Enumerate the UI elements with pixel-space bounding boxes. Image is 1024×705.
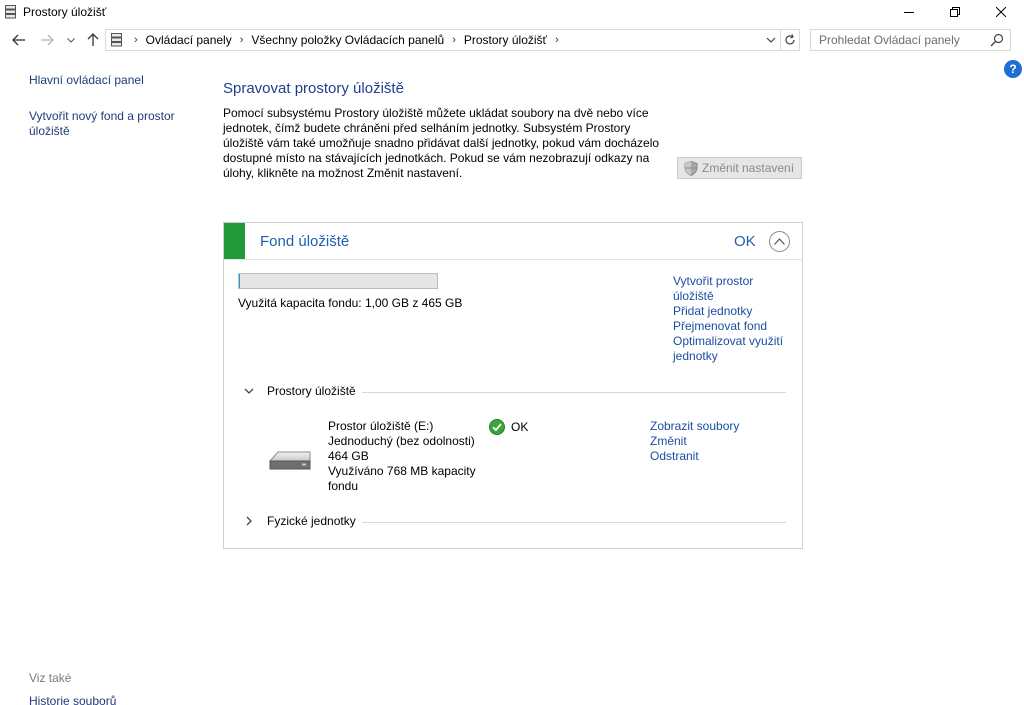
- page-description: Pomocí subsystému Prostory úložiště může…: [223, 106, 660, 180]
- breadcrumb-item[interactable]: Ovládací panely: [146, 33, 232, 47]
- section-label: Fyzické jednotky: [267, 514, 356, 528]
- optimize-drive-usage-link[interactable]: Optimalizovat využití jednotky: [673, 334, 793, 364]
- chevron-right-icon: ›: [134, 34, 138, 46]
- up-arrow-icon: [87, 33, 99, 46]
- pool-status-bar: [224, 223, 245, 259]
- refresh-icon: [785, 34, 795, 45]
- pool-title: Fond úložiště: [260, 233, 350, 250]
- section-divider: [362, 522, 786, 523]
- chevron-down-icon: [67, 37, 75, 43]
- address-bar[interactable]: › Ovládací panely › Všechny položky Ovlá…: [105, 29, 781, 51]
- physical-drives-section-header[interactable]: Fyzické jednotky: [244, 514, 786, 530]
- panel-divider: [224, 259, 802, 260]
- section-label: Prostory úložiště: [267, 384, 356, 398]
- window-title: Prostory úložišť: [23, 5, 107, 19]
- space-usage: Využíváno 768 MB kapacity fondu: [328, 464, 476, 493]
- chevron-down-icon: [244, 388, 254, 394]
- add-drives-link[interactable]: Přidat jednotky: [673, 304, 793, 319]
- storage-space-details: Prostor úložiště (E:) Jednoduchý (bez od…: [328, 419, 488, 494]
- section-divider: [362, 392, 786, 393]
- space-name: Prostor úložiště (E:): [328, 419, 434, 433]
- space-size: 464 GB: [328, 449, 369, 463]
- pool-actions: Vytvořit prostor úložiště Přidat jednotk…: [673, 274, 793, 364]
- title-bar: Prostory úložišť: [0, 0, 1024, 24]
- delete-space-link[interactable]: Odstranit: [650, 449, 739, 464]
- chevron-right-icon[interactable]: ›: [452, 34, 456, 46]
- help-icon[interactable]: ?: [1004, 60, 1022, 78]
- hard-drive-icon: [268, 451, 311, 470]
- storage-spaces-icon: [111, 33, 122, 47]
- pool-capacity-label: Využitá kapacita fondu: 1,00 GB z 465 GB: [238, 296, 463, 310]
- space-status-label: OK: [511, 420, 529, 434]
- space-resiliency: Jednoduchý (bez odolnosti): [328, 434, 475, 448]
- space-status: OK: [489, 419, 528, 435]
- chevron-right-icon[interactable]: ›: [555, 34, 559, 46]
- minimize-button[interactable]: [886, 0, 932, 24]
- create-pool-link[interactable]: Vytvořit nový fond a prostor úložiště: [29, 109, 199, 139]
- collapse-pool-button[interactable]: [769, 231, 790, 252]
- back-arrow-icon: [12, 34, 25, 46]
- recent-locations-button[interactable]: [65, 30, 77, 50]
- restore-button[interactable]: [932, 0, 978, 24]
- breadcrumb: › Ovládací panely › Všechny položky Ovlá…: [134, 33, 567, 47]
- view-files-link[interactable]: Zobrazit soubory: [650, 419, 739, 434]
- pool-capacity-bar: [238, 273, 438, 289]
- restore-icon: [950, 7, 960, 17]
- address-dropdown-icon[interactable]: [766, 34, 776, 46]
- close-icon: [996, 7, 1006, 17]
- create-space-link[interactable]: Vytvořit prostor úložiště: [673, 274, 793, 304]
- search-box: [810, 29, 1011, 51]
- change-settings-button[interactable]: Změnit nastavení: [677, 157, 802, 179]
- uac-shield-icon: [684, 160, 698, 176]
- forward-arrow-icon: [41, 34, 54, 46]
- storage-spaces-section-header[interactable]: Prostory úložiště: [244, 384, 786, 400]
- check-icon: [489, 419, 505, 435]
- change-space-link[interactable]: Změnit: [650, 434, 739, 449]
- chevron-right-icon: [246, 516, 252, 526]
- minimize-icon: [904, 12, 914, 13]
- file-history-link[interactable]: Historie souborů: [29, 694, 116, 705]
- storage-pool-panel: Fond úložiště OK Využitá kapacita fondu:…: [223, 222, 803, 549]
- breadcrumb-item[interactable]: Prostory úložišť: [464, 33, 547, 47]
- chevron-up-icon: [774, 238, 785, 245]
- search-icon[interactable]: [990, 33, 1004, 47]
- chevron-right-icon[interactable]: ›: [240, 34, 244, 46]
- refresh-button[interactable]: [781, 29, 800, 51]
- close-button[interactable]: [978, 0, 1024, 24]
- see-also-label: Viz také: [29, 671, 72, 685]
- space-actions: Zobrazit soubory Změnit Odstranit: [650, 419, 739, 464]
- up-button[interactable]: [85, 30, 101, 50]
- pool-status: OK: [734, 233, 756, 250]
- change-settings-label: Změnit nastavení: [702, 161, 795, 175]
- page-title: Spravovat prostory úložiště: [223, 80, 404, 97]
- breadcrumb-item[interactable]: Všechny položky Ovládacích panelů: [251, 33, 444, 47]
- search-input[interactable]: [811, 30, 986, 50]
- rename-pool-link[interactable]: Přejmenovat fond: [673, 319, 793, 334]
- control-panel-home-link[interactable]: Hlavní ovládací panel: [29, 73, 144, 87]
- forward-button[interactable]: [38, 30, 56, 50]
- back-button[interactable]: [10, 30, 28, 50]
- storage-spaces-icon: [5, 5, 16, 19]
